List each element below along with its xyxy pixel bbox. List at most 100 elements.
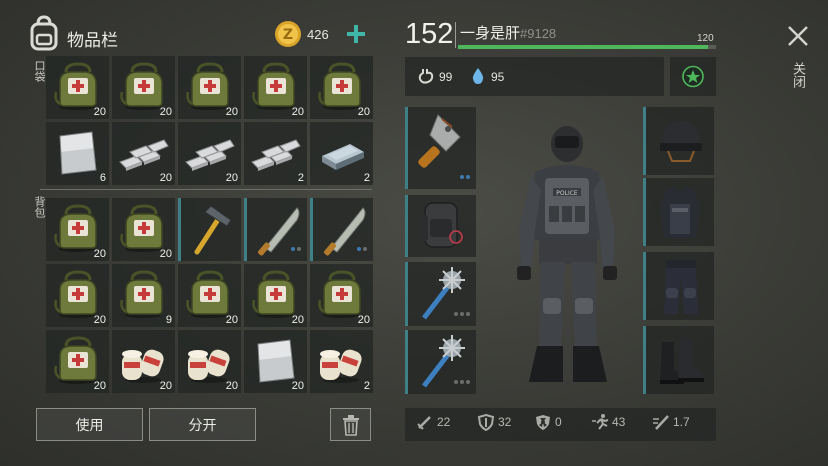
close-label: 关闭 <box>790 62 805 88</box>
close-icon <box>788 26 808 46</box>
pocket-slot-iron-bars[interactable]: 20 <box>178 122 241 185</box>
backpack-slot-medkit-bag[interactable]: 9 <box>112 264 175 327</box>
pocket-slot-medkit-bag[interactable]: 20 <box>310 56 373 119</box>
item-count: 20 <box>159 380 172 392</box>
equip-slot-weapon[interactable] <box>405 107 476 189</box>
stomach-icon <box>417 67 435 85</box>
item-count: 20 <box>93 314 106 326</box>
item-count: 2 <box>363 380 370 392</box>
durability-dots <box>355 236 367 255</box>
tactical-vest-icon <box>660 186 700 238</box>
stat-blade-speed: 1.7 <box>652 413 690 431</box>
item-count: 20 <box>159 172 172 184</box>
equip-slot-tool-1[interactable] <box>405 262 476 326</box>
svg-text:Z: Z <box>283 27 293 43</box>
water-drop-icon <box>471 67 485 85</box>
stat-value: 0 <box>555 415 562 429</box>
equip-slot-backpack[interactable] <box>405 195 476 257</box>
backpack-slot-machete[interactable] <box>244 198 307 261</box>
backpack-slot-machete[interactable] <box>310 198 373 261</box>
sword-icon <box>416 413 434 431</box>
item-count: 20 <box>357 106 370 118</box>
armor-slot-helmet[interactable] <box>643 107 714 175</box>
stat-value: 22 <box>437 415 451 429</box>
armor-slot-boots[interactable] <box>643 326 714 394</box>
perks-button[interactable] <box>670 57 716 96</box>
item-count: 20 <box>357 314 370 326</box>
item-count: 2 <box>363 172 370 184</box>
blade-speed-icon <box>652 413 670 431</box>
player-name: 一身是肝 <box>460 24 521 42</box>
hunger-value: 99 <box>439 70 453 84</box>
pocket-slot-medkit-bag[interactable]: 20 <box>178 56 241 119</box>
item-count: 20 <box>291 314 304 326</box>
backpack-slot-medkit-bag[interactable]: 20 <box>46 198 109 261</box>
backpack-slot-metal-sheet[interactable]: 20 <box>244 330 307 393</box>
player-level: 152 <box>405 18 454 50</box>
armor-slot-pants[interactable] <box>643 252 714 320</box>
pocket-slot-steel-ingot[interactable]: 2 <box>310 122 373 185</box>
radiation-icon <box>534 413 552 431</box>
backpack-slot-medkit-bag[interactable]: 20 <box>112 198 175 261</box>
stat-value: 32 <box>498 415 512 429</box>
stat-radiation: 0 <box>534 413 562 431</box>
stat-value: 1.7 <box>673 415 690 429</box>
backpack-slot-hammer[interactable] <box>178 198 241 261</box>
item-count: 20 <box>93 106 106 118</box>
pocket-slot-iron-bars[interactable]: 2 <box>244 122 307 185</box>
stat-value: 43 <box>612 415 626 429</box>
pocket-section-label: 口袋 <box>33 60 46 82</box>
backpack-slot-medkit-bag[interactable]: 20 <box>46 264 109 327</box>
coin-count: 426 <box>307 27 329 42</box>
item-count: 20 <box>93 380 106 392</box>
item-count: 20 <box>225 106 238 118</box>
add-coins-button[interactable] <box>344 22 368 46</box>
use-button[interactable]: 使用 <box>36 408 143 441</box>
stat-running: 43 <box>591 413 625 431</box>
item-count: 20 <box>225 314 238 326</box>
backpack-slot-medkit-bag[interactable]: 20 <box>178 264 241 327</box>
stat-sword: 22 <box>416 413 450 431</box>
backpack-slot-bandage[interactable]: 2 <box>310 330 373 393</box>
equip-slot-tool-2[interactable] <box>405 330 476 394</box>
helmet-icon <box>660 121 702 162</box>
pocket-slot-medkit-bag[interactable]: 20 <box>112 56 175 119</box>
backpack-slot-bandage[interactable]: 20 <box>112 330 175 393</box>
item-count: 20 <box>225 172 238 184</box>
level-separator <box>455 22 456 48</box>
item-count: 20 <box>93 248 106 260</box>
item-count: 20 <box>291 380 304 392</box>
running-icon <box>591 413 609 431</box>
split-button[interactable]: 分开 <box>149 408 256 441</box>
boots-icon <box>660 340 704 384</box>
inventory-title: 物品栏 <box>67 31 118 51</box>
item-count: 20 <box>291 106 304 118</box>
section-divider <box>40 189 372 190</box>
xp-bar-track <box>458 45 716 49</box>
pocket-slot-medkit-bag[interactable]: 20 <box>46 56 109 119</box>
xp-bar-fill <box>458 45 709 49</box>
player-name-row: 一身是肝#9128 <box>460 22 556 43</box>
thirst-value: 95 <box>491 70 505 84</box>
trash-icon <box>342 414 359 436</box>
pocket-slot-medkit-bag[interactable]: 20 <box>244 56 307 119</box>
backpack-slot-medkit-bag[interactable]: 20 <box>46 330 109 393</box>
item-count: 6 <box>99 172 106 184</box>
pocket-slot-metal-sheet[interactable]: 6 <box>46 122 109 185</box>
coin-icon: Z <box>274 20 302 48</box>
stat-shield: 32 <box>477 413 512 432</box>
backpack-section-label: 背包 <box>33 196 46 218</box>
item-count: 20 <box>225 380 238 392</box>
item-count: 9 <box>165 314 172 326</box>
tactical-backpack-icon <box>420 202 463 248</box>
trash-button[interactable] <box>330 408 371 441</box>
character-model: POLICE <box>505 120 630 388</box>
backpack-slot-medkit-bag[interactable]: 20 <box>310 264 373 327</box>
item-count: 2 <box>297 172 304 184</box>
backpack-icon <box>29 15 59 51</box>
pocket-slot-iron-bars[interactable]: 20 <box>112 122 175 185</box>
close-button[interactable] <box>786 24 810 48</box>
backpack-slot-medkit-bag[interactable]: 20 <box>244 264 307 327</box>
armor-slot-vest[interactable] <box>643 178 714 246</box>
backpack-slot-bandage[interactable]: 20 <box>178 330 241 393</box>
